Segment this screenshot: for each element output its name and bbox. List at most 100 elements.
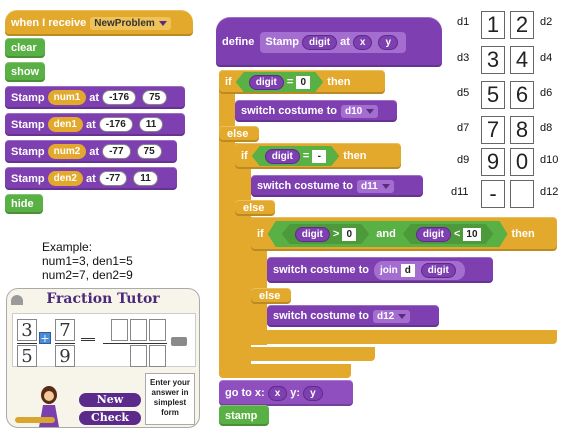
answer-numerator-digit-3[interactable] — [149, 319, 166, 341]
denominator-2: 9 — [55, 345, 75, 367]
numerator-2: 7 — [55, 319, 75, 341]
if-block-1[interactable]: if digit = 0 then — [219, 70, 385, 94]
join-reporter[interactable]: join d digit — [373, 260, 465, 280]
costume-label: d11 — [451, 186, 469, 198]
if-block-3-bottom — [251, 330, 557, 344]
param-y[interactable]: y — [378, 34, 399, 50]
costume-dropdown[interactable]: d10 — [340, 104, 379, 118]
stamp-block[interactable]: stamp — [219, 405, 269, 426]
x-input[interactable]: -77 — [102, 144, 131, 159]
var-reporter[interactable]: num1 — [47, 90, 87, 105]
chevron-down-icon — [158, 20, 167, 26]
y-input[interactable]: 11 — [133, 171, 158, 186]
var-reporter[interactable]: num2 — [47, 144, 87, 159]
chevron-down-icon — [381, 183, 390, 189]
fraction-bar-1 — [17, 343, 37, 344]
operator-sign: + — [39, 331, 51, 345]
answer-hint: Enter your answer in simplest form — [145, 373, 195, 425]
costume-label: d5 — [457, 87, 470, 99]
denominator-1: 5 — [17, 345, 37, 367]
if-block-2-body[interactable] — [235, 143, 251, 365]
answer-denominator-digit-1[interactable] — [130, 345, 147, 367]
stage-tab-icon — [11, 295, 23, 305]
costume-label: d4 — [540, 52, 553, 64]
costume-thumbnail[interactable]: 1 — [481, 11, 505, 39]
stamp-block-num1[interactable]: Stamp num1 at -176 75 — [5, 86, 185, 109]
if-block-2[interactable]: if digit = - then — [235, 143, 401, 169]
go-to-xy-block[interactable]: go to x: x y: y — [219, 380, 353, 406]
equals-condition-1[interactable]: digit = 0 — [236, 72, 324, 92]
example-title: Example: — [42, 240, 93, 254]
switch-costume-d12[interactable]: switch costume to d12 — [267, 305, 439, 327]
answer-numerator-digit-2[interactable] — [130, 319, 147, 341]
show-block[interactable]: show — [5, 62, 45, 82]
floor-shadow — [15, 417, 55, 423]
if-block-2-bottom — [235, 347, 375, 361]
switch-costume-join[interactable]: switch costume to join d digit — [267, 257, 493, 283]
stamp-block-den1[interactable]: Stamp den1 at -176 11 — [5, 113, 185, 136]
y-input[interactable]: 75 — [136, 144, 162, 159]
answer-fraction-bar — [103, 343, 167, 344]
less-than-condition[interactable]: digit < 10 — [403, 224, 494, 244]
equals-sign — [81, 338, 95, 341]
x-input[interactable]: -176 — [98, 117, 133, 132]
else-label-3: else — [251, 288, 291, 304]
clear-block[interactable]: clear — [5, 38, 45, 58]
costume-label: d10 — [540, 154, 559, 166]
y-param[interactable]: y — [303, 385, 323, 401]
costume-thumbnail[interactable]: 4 — [510, 46, 534, 74]
y-input[interactable]: 11 — [138, 117, 164, 132]
costume-label: d2 — [540, 16, 553, 28]
costume-thumbnail[interactable]: 2 — [510, 11, 534, 39]
y-input[interactable]: 75 — [142, 90, 168, 105]
define-hat-block[interactable]: define Stamp digit at x y — [216, 17, 442, 67]
chevron-down-icon — [398, 313, 407, 319]
check-button[interactable]: Check — [79, 411, 141, 425]
costume-label: d1 — [457, 16, 470, 28]
greater-than-condition[interactable]: digit > 0 — [282, 224, 370, 244]
costume-thumbnail[interactable]: 0 — [510, 148, 534, 176]
costume-thumbnail[interactable] — [510, 180, 534, 208]
custom-block-prototype[interactable]: Stamp digit at x y — [260, 31, 407, 53]
new-button[interactable]: New — [79, 393, 141, 407]
costume-label: d7 — [457, 122, 470, 134]
answer-denominator-digit-2[interactable] — [149, 345, 166, 367]
costume-dropdown[interactable]: d12 — [372, 309, 411, 323]
costume-thumbnail[interactable]: 6 — [510, 81, 534, 109]
hat-prefix: when I receive — [11, 17, 87, 29]
equals-condition-2[interactable]: digit = - — [252, 146, 340, 166]
message-dropdown[interactable]: NewProblem — [90, 16, 171, 30]
fraction-tutor-stage: Fraction Tutor 3 5 + 7 9 New Check Enter… — [6, 288, 200, 428]
param-digit[interactable]: digit — [302, 34, 338, 50]
when-i-receive-hat-block[interactable]: when I receive NewProblem — [5, 10, 193, 36]
answer-numerator-digit-1[interactable] — [111, 319, 128, 341]
costume-thumbnail[interactable]: 9 — [481, 148, 505, 176]
x-param[interactable]: x — [267, 385, 288, 401]
if-block-3[interactable]: if digit > 0 and digit < 10 then — [251, 217, 557, 251]
var-reporter[interactable]: den2 — [47, 171, 83, 186]
var-reporter[interactable]: den1 — [47, 117, 83, 132]
x-input[interactable]: -77 — [98, 171, 128, 186]
and-condition[interactable]: digit > 0 and digit < 10 — [268, 221, 508, 247]
costume-thumbnail[interactable]: - — [481, 180, 505, 208]
costume-label: d12 — [540, 186, 559, 198]
more-options-icon[interactable] — [171, 337, 187, 346]
if-block-1-body[interactable] — [219, 70, 235, 370]
costume-thumbnail[interactable]: 8 — [510, 116, 534, 144]
stamp-block-den2[interactable]: Stamp den2 at -77 11 — [5, 167, 177, 190]
example-line-1: num1=3, den1=5 — [42, 254, 133, 268]
example-line-2: num2=7, den2=9 — [42, 268, 133, 282]
costume-thumbnail[interactable]: 5 — [481, 81, 505, 109]
numerator-1: 3 — [17, 319, 37, 341]
else-label-2: else — [235, 200, 275, 216]
costume-label: d9 — [457, 154, 470, 166]
switch-costume-d11[interactable]: switch costume to d11 — [251, 175, 423, 197]
x-input[interactable]: -176 — [102, 90, 137, 105]
param-x[interactable]: x — [352, 34, 373, 50]
switch-costume-d10[interactable]: switch costume to d10 — [235, 100, 397, 122]
costume-thumbnail[interactable]: 3 — [481, 46, 505, 74]
hide-block[interactable]: hide — [5, 194, 43, 214]
costume-dropdown[interactable]: d11 — [356, 179, 394, 193]
stamp-block-num2[interactable]: Stamp num2 at -77 75 — [5, 140, 177, 163]
costume-thumbnail[interactable]: 7 — [481, 116, 505, 144]
